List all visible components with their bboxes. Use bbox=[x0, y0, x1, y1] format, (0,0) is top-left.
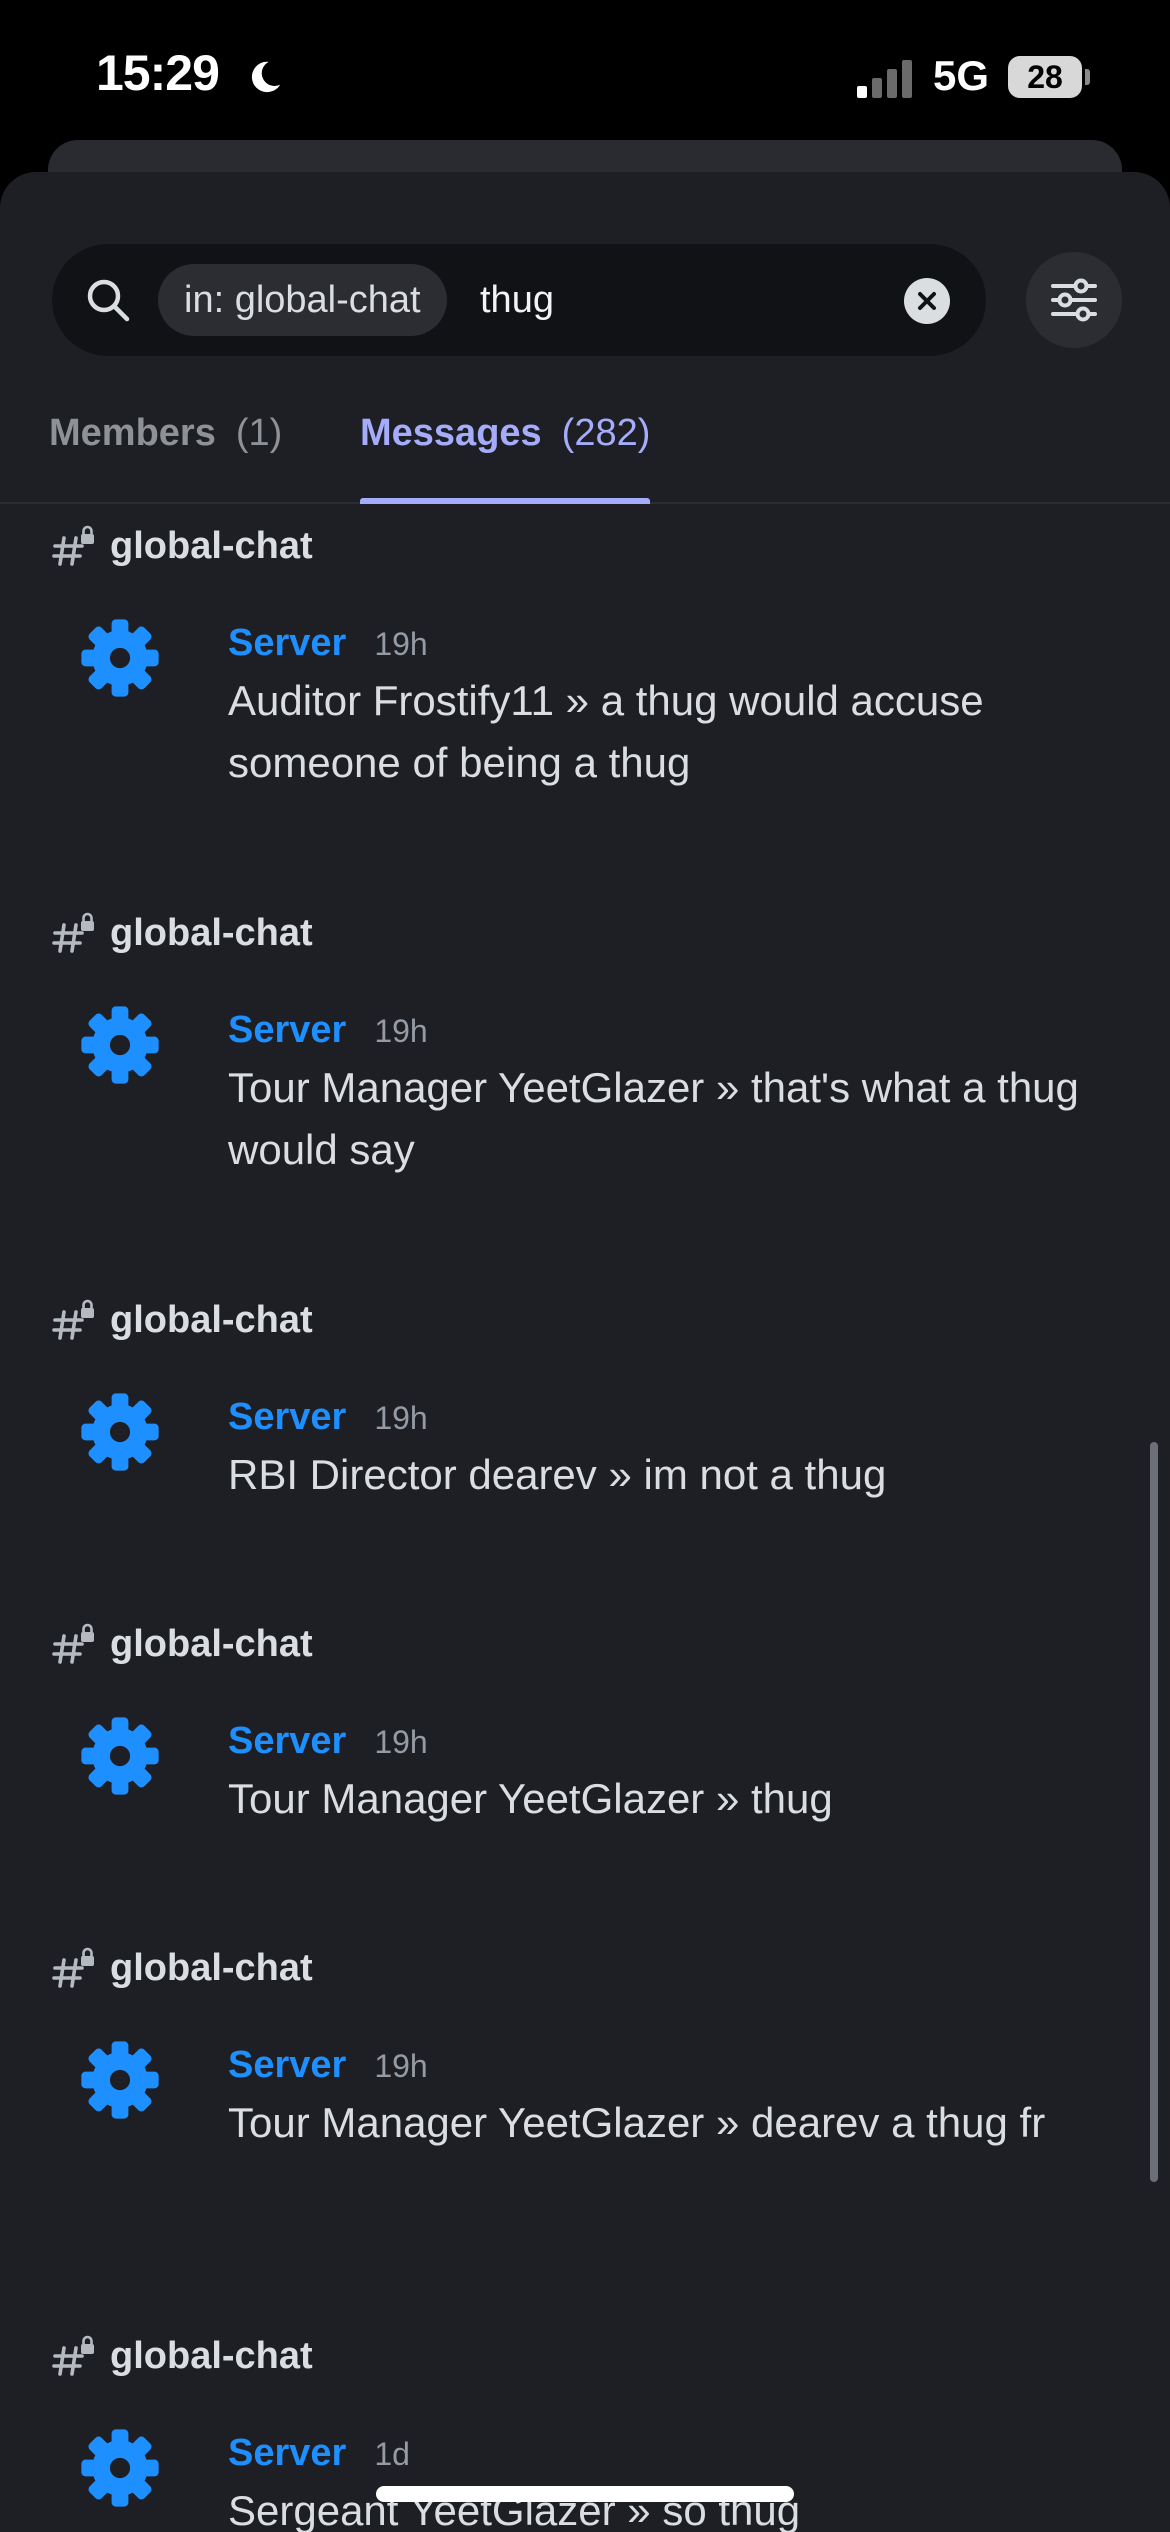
locked-channel-icon bbox=[52, 2335, 94, 2376]
message-timestamp: 19h bbox=[374, 626, 428, 662]
message-header: Server 19h bbox=[228, 2044, 428, 2087]
message-author[interactable]: Server bbox=[228, 1009, 346, 1052]
locked-channel-icon bbox=[52, 1623, 94, 1664]
search-tabs: Members (1) Messages (282) bbox=[0, 388, 1170, 504]
message-timestamp: 19h bbox=[374, 1724, 428, 1760]
status-bar: 15:29 5G 28 bbox=[0, 0, 1170, 150]
result-channel[interactable]: global-chat bbox=[52, 1290, 313, 1350]
tab-members-label: Members bbox=[49, 412, 216, 454]
locked-channel-icon bbox=[52, 912, 94, 953]
moon-icon bbox=[251, 61, 281, 93]
result-channel-name: global-chat bbox=[110, 1946, 313, 1989]
search-sheet: in: global-chat Members (1) Messages (282) bbox=[0, 172, 1170, 2532]
clear-search-button[interactable] bbox=[904, 278, 950, 324]
search-filters-button[interactable] bbox=[1026, 252, 1122, 348]
gear-avatar-icon[interactable] bbox=[78, 616, 162, 700]
result-channel[interactable]: global-chat bbox=[52, 2326, 313, 2386]
message-author[interactable]: Server bbox=[228, 622, 346, 665]
gear-avatar-icon[interactable] bbox=[78, 1714, 162, 1798]
gear-avatar-icon[interactable] bbox=[78, 2426, 162, 2510]
message-timestamp: 19h bbox=[374, 2048, 428, 2084]
message-timestamp: 19h bbox=[374, 1400, 428, 1436]
message-author[interactable]: Server bbox=[228, 2432, 346, 2475]
message-text: Tour Manager YeetGlazer » thug bbox=[228, 1775, 833, 1822]
gear-avatar-icon[interactable] bbox=[78, 1003, 162, 1087]
clear-icon bbox=[918, 292, 936, 310]
locked-channel-icon bbox=[52, 1947, 94, 1988]
message-author[interactable]: Server bbox=[228, 1720, 346, 1763]
message-author[interactable]: Server bbox=[228, 2044, 346, 2087]
message-header: Server 1d bbox=[228, 2432, 410, 2475]
tab-messages-label: Messages bbox=[360, 412, 542, 454]
result-channel[interactable]: global-chat bbox=[52, 1614, 313, 1674]
locked-channel-icon bbox=[52, 1299, 94, 1340]
message-header: Server 19h bbox=[228, 1396, 428, 1439]
search-input[interactable] bbox=[480, 264, 880, 336]
signal-icon bbox=[857, 60, 912, 98]
message-author[interactable]: Server bbox=[228, 1396, 346, 1439]
result-channel[interactable]: global-chat bbox=[52, 903, 313, 963]
gear-avatar-icon[interactable] bbox=[78, 1390, 162, 1474]
home-indicator[interactable] bbox=[376, 2486, 794, 2502]
message-header: Server 19h bbox=[228, 1009, 428, 1052]
result-channel-name: global-chat bbox=[110, 2334, 313, 2377]
result-channel[interactable]: global-chat bbox=[52, 1938, 313, 1998]
tab-messages[interactable]: Messages (282) bbox=[360, 388, 651, 504]
battery-level: 28 bbox=[1008, 56, 1082, 98]
message-text: RBI Director dearev » im not a thug bbox=[228, 1451, 887, 1498]
message-timestamp: 19h bbox=[374, 1013, 428, 1049]
result-channel-name: global-chat bbox=[110, 1622, 313, 1665]
gear-avatar-icon[interactable] bbox=[78, 2038, 162, 2122]
network-label: 5G bbox=[933, 52, 990, 99]
result-channel-name: global-chat bbox=[110, 1298, 313, 1341]
result-channel-name: global-chat bbox=[110, 524, 313, 567]
tab-active-indicator bbox=[360, 498, 651, 504]
message-text: Tour Manager YeetGlazer » dearev a thug … bbox=[228, 2099, 1046, 2146]
result-channel[interactable]: global-chat bbox=[52, 516, 313, 576]
search-icon bbox=[87, 279, 130, 322]
message-header: Server 19h bbox=[228, 1720, 428, 1763]
tab-members[interactable]: Members (1) bbox=[49, 388, 282, 504]
message-timestamp: 1d bbox=[374, 2436, 410, 2472]
result-channel-name: global-chat bbox=[110, 911, 313, 954]
message-header: Server 19h bbox=[228, 622, 428, 665]
channel-filter-chip[interactable]: in: global-chat bbox=[158, 264, 447, 336]
results-scrollbar[interactable] bbox=[1150, 1442, 1158, 2182]
battery-tip bbox=[1085, 69, 1090, 85]
tab-members-count: (1) bbox=[235, 412, 283, 454]
filter-sliders-icon bbox=[1051, 278, 1097, 322]
status-time: 15:29 bbox=[96, 45, 220, 101]
message-text: Auditor Frostify11 » a thug would accuse… bbox=[228, 677, 984, 786]
battery-icon: 28 bbox=[1008, 56, 1090, 98]
locked-channel-icon bbox=[52, 525, 94, 566]
message-text: Tour Manager YeetGlazer » that's what a … bbox=[228, 1064, 1079, 1173]
search-bar[interactable]: in: global-chat bbox=[52, 244, 986, 356]
tab-messages-count: (282) bbox=[561, 412, 651, 454]
